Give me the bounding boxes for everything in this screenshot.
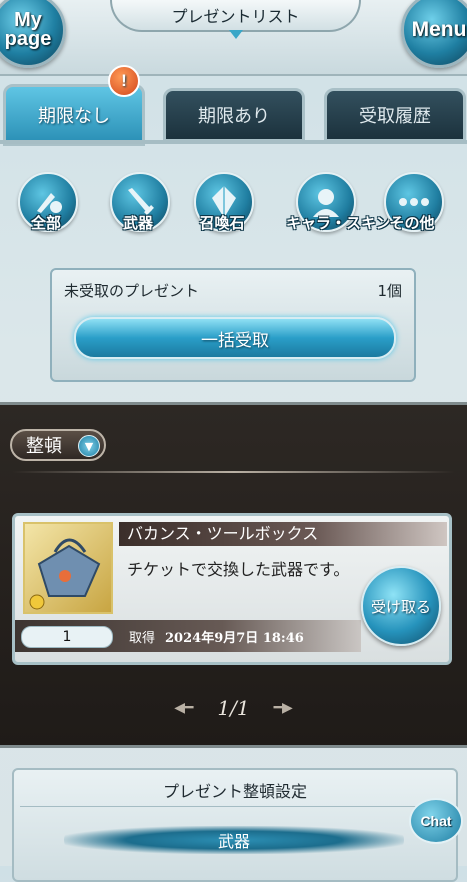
obtained-info: 取得 2024年9月7日 18:46	[129, 627, 304, 646]
page-title-plate: プレゼントリスト	[110, 0, 361, 39]
sort-settings-panel: プレゼント整頓設定 武器	[12, 768, 458, 882]
obtained-date: 2024年9月7日 18:46	[165, 631, 304, 646]
settings-divider	[20, 806, 450, 807]
chat-button[interactable]: Chat	[409, 798, 463, 844]
menu-button[interactable]: Menu	[401, 0, 467, 68]
category-other-button[interactable]: その他	[374, 170, 450, 240]
chat-label: Chat	[420, 813, 452, 829]
tab-divider	[0, 140, 467, 144]
bulk-receive-label: 一括受取	[201, 330, 269, 351]
settings-title: プレゼント整頓設定	[162, 782, 307, 801]
chevron-down-icon: ▼	[78, 435, 100, 457]
settings-selected-option[interactable]: 武器	[64, 826, 404, 854]
tab-no-expiry[interactable]: 期限なし !	[3, 65, 145, 146]
unreceived-count: 1個	[377, 282, 402, 300]
alert-badge-icon: !	[108, 65, 140, 97]
next-page-icon[interactable]: ━▶	[274, 700, 293, 716]
category-label: 全部	[30, 214, 61, 232]
category-label: その他	[389, 214, 435, 232]
tab-bar: 期限なし ! 期限あり 受取履歴	[0, 65, 467, 146]
receive-label: 受け取る	[370, 597, 431, 616]
category-weapon-button[interactable]: 武器	[100, 170, 176, 240]
pagination: ◀━ 1/1 ━▶	[0, 693, 467, 723]
tab-with-expiry[interactable]: 期限あり	[163, 88, 305, 142]
item-description: チケットで交換した武器です。	[127, 560, 350, 579]
tab-history[interactable]: 受取履歴	[324, 88, 466, 142]
item-thumbnail	[23, 522, 113, 614]
category-summon-button[interactable]: 召喚石	[184, 170, 260, 240]
tab-label: 期限あり	[198, 106, 270, 127]
title-pointer-icon	[228, 30, 243, 39]
mypage-button[interactable]: My page	[0, 0, 66, 68]
unreceived-label: 未受取のプレゼント	[64, 282, 200, 300]
category-label: キャラ・スキン	[286, 214, 391, 232]
category-character-button[interactable]: キャラ・スキン	[286, 170, 391, 240]
tab-label: 期限なし	[38, 106, 110, 127]
menu-label: Menu	[411, 18, 467, 41]
page-indicator: 1/1	[217, 696, 250, 720]
obtained-label: 取得	[129, 631, 156, 646]
settings-selected-label: 武器	[217, 832, 250, 851]
unreceived-row: 未受取のプレゼント 1個	[64, 280, 402, 302]
page-title: プレゼントリスト	[171, 7, 300, 26]
item-meta-bar: 1 取得 2024年9月7日 18:46	[15, 620, 361, 652]
mypage-label: My page	[4, 9, 52, 50]
category-label: 武器	[122, 214, 153, 232]
category-label: 召喚石	[199, 214, 245, 232]
item-quantity: 1	[21, 626, 113, 648]
present-item: バカンス・ツールボックス チケットで交換した武器です。 1 取得 2024年9月7…	[12, 513, 452, 665]
sort-button[interactable]: 整頓 ▼	[10, 429, 106, 461]
bulk-receive-panel: 未受取のプレゼント 1個 一括受取	[50, 268, 416, 382]
item-name: バカンス・ツールボックス	[119, 522, 447, 546]
header: My page プレゼントリスト Menu	[0, 0, 467, 76]
category-all-button[interactable]: 全部	[8, 170, 84, 240]
bulk-receive-button[interactable]: 一括受取	[74, 317, 396, 359]
present-list-panel: 整頓 ▼ バカンス・ツールボックス チケットで交換した武器です。 1 取得 202…	[0, 402, 467, 748]
sort-label: 整頓	[26, 436, 62, 457]
tab-label: 受取履歴	[359, 106, 431, 127]
prev-page-icon[interactable]: ◀━	[174, 700, 193, 716]
category-filter: 全部 武器 召喚石 キャラ・スキン その他	[0, 160, 467, 240]
list-divider	[12, 471, 455, 473]
receive-button[interactable]: 受け取る	[361, 566, 441, 646]
